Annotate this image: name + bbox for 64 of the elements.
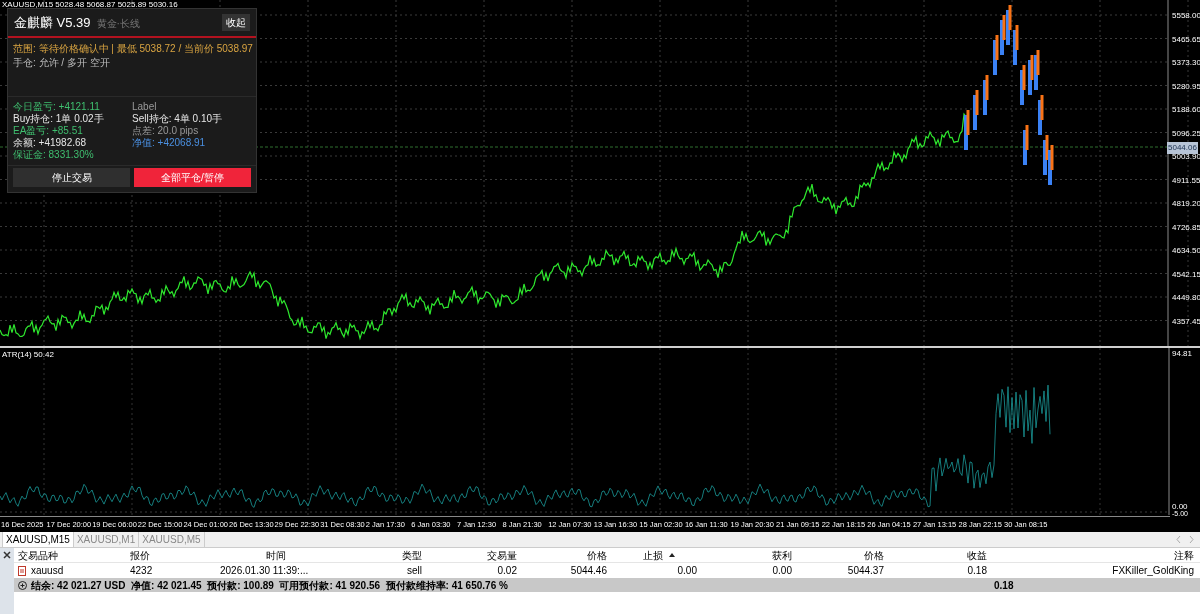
chart-header: XAUUSD,M15 5028.48 5068.87 5025.89 5030.16 (2, 0, 178, 9)
column-header[interactable]: 价格 (587, 547, 607, 563)
indicator-axis-label: 0.00 (1172, 503, 1188, 511)
column-header[interactable]: 报价 (130, 547, 150, 563)
price-label: 4449.80 (1172, 292, 1200, 304)
stat-text: 净值: +42068.91 (132, 136, 207, 149)
price-label: 5188.60 (1172, 104, 1200, 116)
sort-icon (669, 553, 675, 557)
price-label: 4634.50 (1172, 245, 1200, 257)
stat-text: 余额: +41982.68 (13, 136, 88, 149)
status-text: 手仓: 允许 / 多开 空开 (13, 56, 111, 69)
account-summary: 结余: 42 021.27 USD 净值: 42 021.45 预付款: 100.89 可用预付款: 41 920.56 预付款维持率: 41 650.76 % (31, 578, 509, 593)
table-cell-text: 5044.46 (570, 564, 607, 578)
price-label: 5373.30 (1172, 57, 1200, 69)
price-label: 4357.45 (1172, 315, 1200, 328)
expand-icon[interactable] (18, 580, 27, 590)
stop-button[interactable]: 停止交易 (13, 167, 130, 187)
column-header[interactable]: 注释 (1174, 547, 1194, 563)
price-label: 4726.85 (1172, 221, 1200, 234)
price-label: 5465.65 (1172, 33, 1200, 46)
table-cell-text: 5044.37 (847, 564, 884, 578)
table-cell-text: 2026.01.30 11:39:... (220, 564, 309, 578)
chart-tab[interactable]: XAUUSD,M15 (2, 532, 74, 547)
price-label: 4542.15 (1172, 268, 1200, 281)
current-price-label: 5044.06 (1167, 142, 1198, 154)
column-header[interactable]: 时间 (266, 547, 286, 563)
stat-text: 今日盈亏: +4121.11 (13, 100, 101, 113)
table-cell-text: sell (407, 564, 422, 578)
column-header[interactable]: 收益 (967, 547, 987, 563)
table-cell-text: xauusd (31, 564, 64, 578)
stat-text: 保证金: 8331.30% (13, 148, 95, 161)
stat-text: Sell持仓: 4单 0.10手 (132, 112, 224, 125)
stat-text: EA盈亏: +85.51 (13, 124, 84, 137)
close-icon[interactable] (3, 551, 11, 559)
price-label: 4911.55 (1172, 174, 1200, 187)
status-text: 范围: 等待价格确认中 | 最低 5038.72 / 当前价 5038.97 (13, 42, 251, 55)
total-profit: 0.18 (994, 578, 1014, 593)
table-cell-text: 0.00 (772, 564, 792, 578)
column-header[interactable]: 止损 (643, 547, 663, 563)
price-label: 5096.25 (1172, 127, 1200, 140)
stat-text: Buy持仓: 1单 0.02手 (13, 112, 105, 125)
stat-text: 点差: 20.0 pips (132, 124, 200, 137)
column-header[interactable]: 类型 (402, 547, 422, 563)
price-label: 5280.95 (1172, 80, 1200, 93)
close-all-button[interactable]: 全部平仓/暂停 (134, 167, 251, 187)
table-cell-text: 0.00 (677, 564, 697, 578)
column-header[interactable]: 获利 (772, 547, 792, 563)
table-cell-text: 0.02 (497, 564, 517, 578)
panel-title: 金麒麟 V5.39 (14, 14, 91, 32)
column-header[interactable]: 交易品种 (18, 547, 58, 563)
indicator-axis-label: 94.81 (1172, 348, 1193, 360)
document-icon (18, 565, 26, 576)
indicator-label: ATR(14) 50.42 (2, 349, 54, 361)
table-cell-text: 0.18 (967, 564, 987, 578)
column-header[interactable]: 价格 (864, 547, 884, 563)
price-label: 5558.00 (1172, 10, 1200, 22)
column-header[interactable]: 交易量 (487, 547, 517, 563)
panel-subtitle: 黄金·长线 (96, 17, 140, 31)
table-cell-text: FXKiller_GoldKing (1112, 564, 1194, 578)
price-label: 5003.90 (1172, 151, 1200, 163)
table-cell-text: 4232 (130, 564, 153, 578)
stat-text: Label (132, 100, 158, 113)
collapse-button[interactable]: 收起 (222, 14, 250, 32)
price-label: 4819.20 (1172, 198, 1200, 210)
